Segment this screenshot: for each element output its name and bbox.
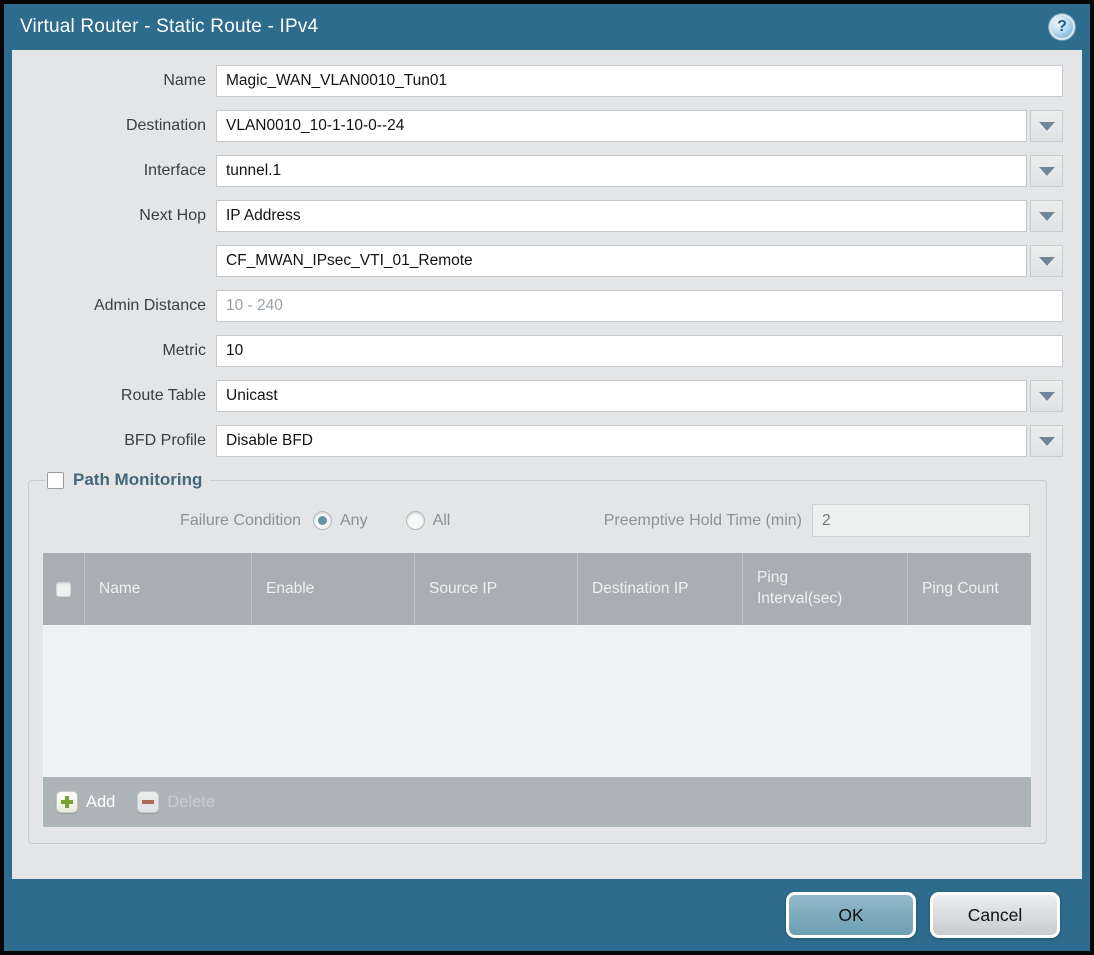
next-hop-address-dropdown-button[interactable] xyxy=(1030,245,1063,277)
chevron-down-icon xyxy=(1038,166,1055,176)
minus-icon xyxy=(137,791,160,813)
plus-icon xyxy=(56,791,78,813)
failure-condition-any-label: Any xyxy=(340,511,368,529)
failure-condition-any-radio[interactable] xyxy=(313,511,332,530)
name-label: Name xyxy=(163,72,206,89)
admin-distance-row: Admin Distance xyxy=(24,290,1063,322)
dialog-titlebar[interactable]: Virtual Router - Static Route - IPv4 ? xyxy=(4,4,1090,50)
chevron-down-icon xyxy=(1038,211,1055,221)
path-monitoring-checkbox[interactable] xyxy=(47,471,64,489)
next-hop-row: Next Hop IP Address xyxy=(24,200,1063,232)
failure-condition-label: Failure Condition xyxy=(180,511,301,529)
preemptive-hold-time-input[interactable] xyxy=(812,504,1030,537)
next-hop-label: Next Hop xyxy=(139,207,206,224)
bfd-profile-row: BFD Profile Disable BFD xyxy=(24,425,1063,457)
destination-select[interactable]: VLAN0010_10-1-10-0--24 xyxy=(216,110,1063,142)
next-hop-select[interactable]: IP Address xyxy=(216,200,1063,232)
chevron-down-icon xyxy=(1038,256,1055,266)
route-table-row: Route Table Unicast xyxy=(24,380,1063,412)
chevron-down-icon xyxy=(1038,436,1055,446)
add-button[interactable]: Add xyxy=(56,791,115,813)
bfd-profile-dropdown-button[interactable] xyxy=(1030,425,1063,457)
failure-condition-all-label: All xyxy=(432,511,451,529)
failure-condition-all-option: All xyxy=(405,511,451,530)
interface-value[interactable]: tunnel.1 xyxy=(216,155,1027,187)
interface-row: Interface tunnel.1 xyxy=(24,155,1063,187)
name-row: Name xyxy=(24,65,1063,97)
select-all-checkbox[interactable] xyxy=(56,581,71,597)
next-hop-value[interactable]: IP Address xyxy=(216,200,1027,232)
static-route-dialog: Virtual Router - Static Route - IPv4 ? N… xyxy=(0,0,1094,955)
next-hop-address-value[interactable]: CF_MWAN_IPsec_VTI_01_Remote xyxy=(216,245,1027,277)
interface-dropdown-button[interactable] xyxy=(1030,155,1063,187)
preemptive-hold-time-label: Preemptive Hold Time (min) xyxy=(603,511,802,529)
destination-label: Destination xyxy=(125,117,206,134)
table-header: Name Enable Source IP Destination IP Pin… xyxy=(43,553,1031,625)
ok-button[interactable]: OK xyxy=(786,892,916,938)
destination-row: Destination VLAN0010_10-1-10-0--24 xyxy=(24,110,1063,142)
interface-label: Interface xyxy=(143,162,206,179)
chevron-down-icon xyxy=(1038,391,1055,401)
column-header-source-ip: Source IP xyxy=(414,553,577,625)
route-table-label: Route Table xyxy=(120,387,206,404)
bfd-profile-label: BFD Profile xyxy=(124,432,206,449)
column-header-ping-interval: Ping Interval(sec) xyxy=(742,553,907,625)
cancel-button[interactable]: Cancel xyxy=(930,892,1060,938)
table-toolbar: Add Delete xyxy=(43,777,1031,827)
failure-condition-all-radio[interactable] xyxy=(405,511,425,530)
column-header-name: Name xyxy=(84,553,251,625)
interface-select[interactable]: tunnel.1 xyxy=(216,155,1063,187)
failure-condition-any-option: Any xyxy=(313,511,368,530)
next-hop-dropdown-button[interactable] xyxy=(1030,200,1063,232)
route-table-dropdown-button[interactable] xyxy=(1030,380,1063,412)
route-table-select[interactable]: Unicast xyxy=(216,380,1063,412)
path-monitoring-legend: Path Monitoring xyxy=(45,470,210,490)
admin-distance-label: Admin Distance xyxy=(93,297,206,314)
delete-button-label: Delete xyxy=(167,792,216,811)
column-header-ping-count: Ping Count xyxy=(907,553,1031,625)
dialog-footer: OK Cancel xyxy=(4,879,1090,951)
column-header-enable: Enable xyxy=(251,553,414,625)
path-monitoring-section: Path Monitoring Failure Condition Any Al… xyxy=(28,470,1047,844)
path-monitoring-title: Path Monitoring xyxy=(73,470,203,489)
failure-condition-row: Failure Condition Any All Preemptive Hol… xyxy=(41,504,1030,537)
table-body-empty xyxy=(43,625,1031,777)
next-hop-address-select[interactable]: CF_MWAN_IPsec_VTI_01_Remote xyxy=(216,245,1063,277)
route-table-value[interactable]: Unicast xyxy=(216,380,1027,412)
admin-distance-input[interactable] xyxy=(216,290,1063,322)
column-header-destination-ip: Destination IP xyxy=(577,553,742,625)
next-hop-address-row: CF_MWAN_IPsec_VTI_01_Remote xyxy=(24,245,1063,277)
name-input[interactable] xyxy=(216,65,1063,97)
dialog-title: Virtual Router - Static Route - IPv4 xyxy=(20,16,319,37)
add-button-label: Add xyxy=(86,792,116,811)
destination-dropdown-button[interactable] xyxy=(1030,110,1063,142)
path-monitoring-table: Name Enable Source IP Destination IP Pin… xyxy=(43,553,1031,827)
bfd-profile-select[interactable]: Disable BFD xyxy=(216,425,1063,457)
help-icon[interactable]: ? xyxy=(1049,14,1075,40)
metric-label: Metric xyxy=(162,342,206,359)
dialog-body: Name Destination VLAN0010_10-1-10-0--24 … xyxy=(12,50,1082,879)
metric-input[interactable] xyxy=(216,335,1063,367)
metric-row: Metric xyxy=(24,335,1063,367)
destination-value[interactable]: VLAN0010_10-1-10-0--24 xyxy=(216,110,1027,142)
bfd-profile-value[interactable]: Disable BFD xyxy=(216,425,1027,457)
delete-button[interactable]: Delete xyxy=(137,791,215,813)
chevron-down-icon xyxy=(1038,121,1055,131)
select-all-cell xyxy=(43,553,84,625)
